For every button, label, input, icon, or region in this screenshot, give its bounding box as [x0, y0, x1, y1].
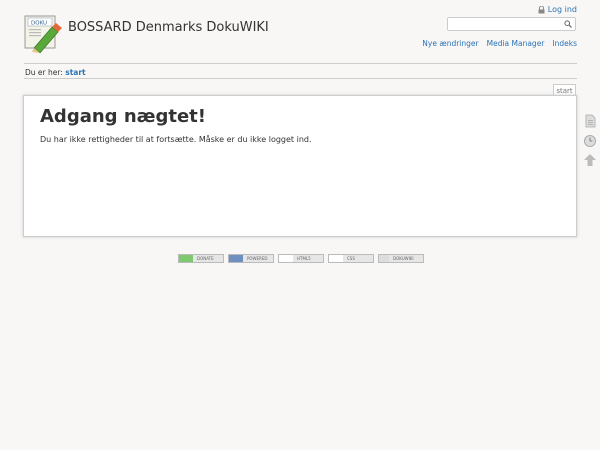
dokuwiki-badge[interactable]: DOKUWIKI: [378, 254, 424, 263]
breadcrumb-prefix: Du er her:: [25, 68, 63, 77]
footer-badges: DONATE POWERED HTML5 CSS DOKUWIKI: [178, 254, 424, 263]
donate-badge[interactable]: DONATE: [178, 254, 224, 263]
breadcrumb-link-start[interactable]: start: [65, 68, 85, 77]
header-divider: [24, 63, 577, 64]
php-badge-text: POWERED: [247, 256, 268, 261]
recent-changes-link[interactable]: Nye ændringer: [422, 39, 478, 48]
w3c-css-badge-text: CSS: [347, 256, 355, 261]
breadcrumb-divider: [24, 78, 577, 79]
login-label: Log ind: [547, 5, 577, 14]
search-input[interactable]: [450, 18, 560, 30]
media-manager-link[interactable]: Media Manager: [487, 39, 545, 48]
dokuwiki-badge-text: DOKUWIKI: [393, 256, 414, 261]
breadcrumb: Du er her: start: [25, 68, 86, 77]
content-card: Adgang nægtet! Du har ikke rettigheder t…: [23, 95, 577, 237]
revisions-icon[interactable]: [583, 134, 597, 148]
login-link[interactable]: Log ind: [538, 5, 577, 14]
lock-icon: [538, 5, 545, 13]
dokuwiki-logo[interactable]: DOKU: [22, 13, 62, 53]
search-icon[interactable]: [564, 20, 572, 28]
svg-text:DOKU: DOKU: [31, 21, 47, 27]
site-title[interactable]: BOSSARD Denmarks DokuWIKI: [68, 20, 269, 35]
search-box[interactable]: [447, 17, 576, 31]
page-icon[interactable]: [583, 114, 597, 128]
w3c-css-badge[interactable]: CSS: [328, 254, 374, 263]
php-badge[interactable]: POWERED: [228, 254, 274, 263]
w3c-html-badge[interactable]: HTML5: [278, 254, 324, 263]
top-navigation: Nye ændringer Media Manager Indeks: [422, 39, 577, 48]
index-link[interactable]: Indeks: [552, 39, 577, 48]
access-denied-message: Du har ikke rettigheder til at fortsætte…: [40, 135, 312, 144]
page-title: Adgang nægtet!: [40, 106, 206, 127]
donate-badge-text: DONATE: [197, 256, 214, 261]
w3c-html-badge-text: HTML5: [297, 256, 311, 261]
back-to-top-icon[interactable]: [583, 153, 597, 167]
